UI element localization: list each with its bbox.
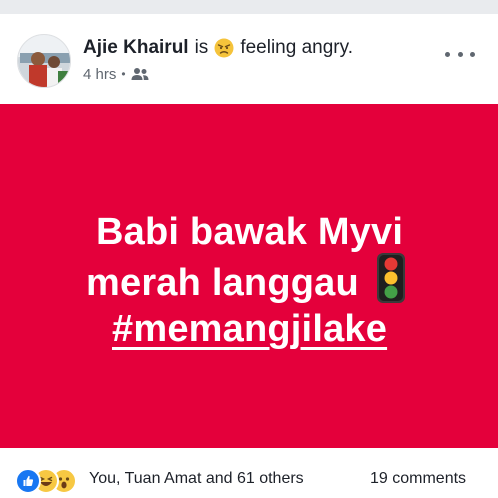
post-header: Ajie Khairul is feeling angry. 4 hrs • bbox=[0, 14, 498, 104]
author-status-line: Ajie Khairul is feeling angry. bbox=[83, 35, 353, 61]
meta-separator: • bbox=[121, 67, 126, 81]
status-prefix: is bbox=[194, 37, 209, 58]
post-text-line-2: merah langgau bbox=[86, 262, 359, 304]
author-avatar[interactable] bbox=[17, 34, 71, 88]
reaction-icons[interactable] bbox=[15, 468, 87, 494]
ellipsis-icon bbox=[457, 51, 463, 57]
post-text-line-1: Babi bawak Myvi bbox=[96, 211, 404, 253]
comments-count[interactable]: 19 comments bbox=[370, 470, 466, 488]
post-card: Ajie Khairul is feeling angry. 4 hrs • B… bbox=[0, 0, 498, 498]
ellipsis-icon bbox=[470, 51, 475, 57]
post-footer: You, Tuan Amat and 61 others 19 comments bbox=[0, 448, 498, 498]
author-name[interactable]: Ajie Khairul bbox=[83, 37, 189, 59]
more-options-button[interactable] bbox=[445, 44, 475, 64]
traffic-light-icon bbox=[377, 253, 405, 303]
hashtag-link[interactable]: #memangjilake bbox=[112, 308, 387, 350]
ellipsis-icon bbox=[445, 51, 450, 57]
like-icon bbox=[15, 468, 41, 494]
feed-divider bbox=[0, 0, 498, 14]
post-text-line-3: #memangjilake bbox=[112, 307, 387, 351]
post-time[interactable]: 4 hrs bbox=[83, 66, 116, 83]
post-meta: 4 hrs • bbox=[83, 64, 149, 84]
colored-text-post: Babi bawak Myvi merah langgau #memangjil… bbox=[0, 104, 498, 448]
friends-icon[interactable] bbox=[131, 67, 149, 81]
feeling-text[interactable]: feeling angry. bbox=[240, 37, 353, 59]
reaction-summary[interactable]: You, Tuan Amat and 61 others bbox=[89, 470, 304, 488]
angry-face-emoji-icon bbox=[214, 38, 234, 58]
